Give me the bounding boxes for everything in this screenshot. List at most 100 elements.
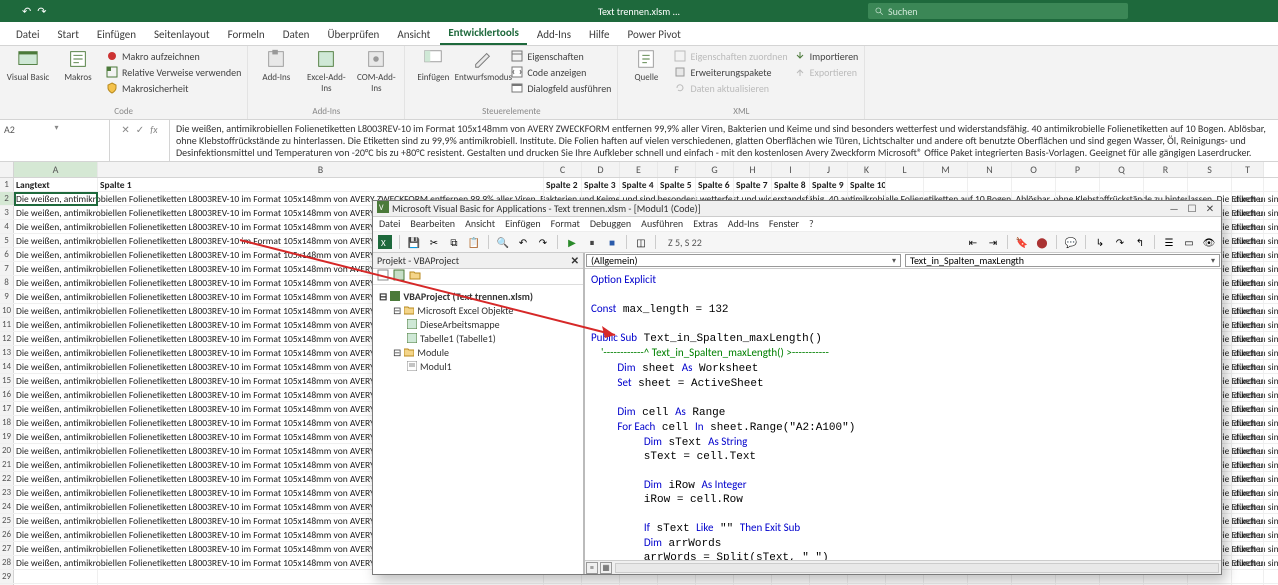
vba-menu-add-ins[interactable]: Add-Ins	[728, 217, 759, 231]
cell[interactable]: Langtext	[14, 178, 98, 191]
immediate-icon[interactable]: ▭	[1181, 234, 1197, 250]
find-icon[interactable]: 🔍	[495, 234, 511, 250]
erweiterungspakete-button[interactable]: Erweiterungspakete	[674, 64, 787, 80]
break-icon[interactable]: ⏸	[584, 234, 600, 250]
ribbon-tab-daten[interactable]: Daten	[275, 24, 318, 45]
vba-menu-datei[interactable]: Datei	[379, 217, 400, 231]
cell[interactable]: Die weißen, antimikrobiellen Folienetike…	[14, 542, 98, 555]
row-header[interactable]: 11	[0, 318, 14, 331]
row-header[interactable]: 16	[0, 388, 14, 401]
cell[interactable]: durch unabhängig	[1232, 374, 1264, 387]
column-header[interactable]: M	[924, 162, 968, 177]
relative-verweise-button[interactable]: Relative Verweise verwenden	[106, 64, 241, 80]
code-pane[interactable]: (Allgemein)▾ Text_in_Spalten_maxLength▾ …	[585, 253, 1221, 574]
cell[interactable]: Die weißen, antimikrobiellen Folienetike…	[14, 472, 98, 485]
ribbon-tab-power pivot[interactable]: Power Pivot	[619, 24, 688, 45]
formula-content[interactable]: Die weißen, antimikrobiellen Folienetike…	[170, 120, 1278, 161]
vba-menubar[interactable]: DateiBearbeitenAnsichtEinfügenFormatDebu…	[373, 217, 1221, 231]
row-header[interactable]: 23	[0, 486, 14, 499]
save-icon[interactable]: 💾	[406, 234, 422, 250]
cell[interactable]: durch unabhängig	[1232, 416, 1264, 429]
vba-window[interactable]: V Microsoft Visual Basic for Application…	[372, 200, 1222, 575]
row-header[interactable]: 5	[0, 234, 14, 247]
cell[interactable]: durch unabhängig	[1232, 486, 1264, 499]
code-editor[interactable]: Option Explicit Const max_length = 132 P…	[585, 269, 1221, 560]
procedure-dropdown[interactable]: Text_in_Spalten_maxLength▾	[905, 254, 1220, 267]
ribbon-tab-überprüfen[interactable]: Überprüfen	[319, 24, 387, 45]
redo-icon[interactable]: ↷	[535, 234, 551, 250]
cell[interactable]: Die weißen, antimikrobiellen Folienetike…	[14, 388, 98, 401]
cell[interactable]: durch unabhängig	[1232, 206, 1264, 219]
view-code-icon[interactable]	[377, 269, 389, 284]
undo-icon[interactable]: ↶	[515, 234, 531, 250]
makros-button[interactable]: Makros	[56, 48, 100, 96]
cell[interactable]: Die weißen, antimikrobiellen Folienetike…	[14, 304, 98, 317]
vba-menu-ansicht[interactable]: Ansicht	[465, 217, 495, 231]
importieren-button[interactable]: Importieren	[794, 48, 859, 64]
ribbon-tab-ansicht[interactable]: Ansicht	[389, 24, 438, 45]
column-header[interactable]: P	[1056, 162, 1100, 177]
cell[interactable]: durch unabhängig	[1232, 402, 1264, 415]
locals-icon[interactable]: ☰	[1161, 234, 1177, 250]
cell[interactable]: durch unabhängig	[1232, 444, 1264, 457]
cell[interactable]: Die weißen, antimikrobiellen Folienetike…	[14, 430, 98, 443]
cell[interactable]	[1012, 178, 1056, 191]
column-header[interactable]: T	[1232, 162, 1264, 177]
cell[interactable]	[1232, 570, 1264, 583]
cell[interactable]: Spalte 8	[772, 178, 810, 191]
project-tree[interactable]: ⊟VBAProject (Text trennen.xlsm) ⊟Microso…	[373, 285, 583, 574]
addins-button[interactable]: Add-Ins	[254, 48, 298, 94]
cancel-icon[interactable]: ✕	[121, 123, 129, 136]
cell[interactable]: Die weißen, antimikrobiellen Folienetike…	[14, 556, 98, 569]
cell[interactable]: durch unabhängig	[1232, 346, 1264, 359]
cell[interactable]	[14, 570, 98, 583]
row-header[interactable]: 4	[0, 220, 14, 233]
column-header[interactable]: I	[772, 162, 810, 177]
row-header[interactable]: 17	[0, 402, 14, 415]
daten-aktualisieren-button[interactable]: Daten aktualisieren	[674, 80, 787, 96]
vba-menu-format[interactable]: Format	[551, 217, 580, 231]
row-header[interactable]: 18	[0, 416, 14, 429]
row-header[interactable]: 20	[0, 444, 14, 457]
cell[interactable]: durch unabhängig	[1232, 262, 1264, 275]
cell[interactable]: Spalte 5	[658, 178, 696, 191]
cell[interactable]: Die weißen, antimikrobiellen Folienetike…	[14, 514, 98, 527]
column-header[interactable]: E	[620, 162, 658, 177]
cell[interactable]: durch unabhängig	[1232, 472, 1264, 485]
dialogfeld-button[interactable]: Dialogfeld ausführen	[511, 80, 611, 96]
column-header[interactable]: C	[544, 162, 582, 177]
view-object-icon[interactable]	[393, 269, 405, 284]
name-box[interactable]: A2▾	[0, 120, 110, 161]
cell[interactable]: Die weißen, antimikrobiellen Folienetike…	[14, 416, 98, 429]
column-header[interactable]: S	[1188, 162, 1232, 177]
row-header[interactable]: 6	[0, 248, 14, 261]
cell[interactable]	[1188, 178, 1232, 191]
cell[interactable]: Die weißen, antimikrobiellen Folienetike…	[14, 444, 98, 457]
row-header[interactable]: 26	[0, 528, 14, 541]
watch-icon[interactable]: 👁	[1201, 234, 1217, 250]
reset-icon[interactable]: ■	[604, 234, 620, 250]
einfuegen-button[interactable]: Einfügen	[411, 48, 455, 96]
column-header[interactable]: K	[848, 162, 886, 177]
com-addins-button[interactable]: COM-Add-Ins	[354, 48, 398, 94]
full-module-view-icon[interactable]: ▦	[600, 562, 612, 574]
ribbon-tab-start[interactable]: Start	[50, 24, 87, 45]
cell[interactable]: durch unabhängig	[1232, 514, 1264, 527]
step-out-icon[interactable]: ↰	[1132, 234, 1148, 250]
column-header[interactable]: R	[1144, 162, 1188, 177]
row-header[interactable]: 2	[0, 192, 14, 205]
cell[interactable]: Spalte 9	[810, 178, 848, 191]
row-header[interactable]: 12	[0, 332, 14, 345]
vba-menu-ausführen[interactable]: Ausführen	[641, 217, 683, 231]
cell[interactable]: durch unabhängig	[1232, 388, 1264, 401]
xml-eigenschaften-button[interactable]: Eigenschaften zuordnen	[674, 48, 787, 64]
cell[interactable]: durch unabhängig	[1232, 248, 1264, 261]
row-header[interactable]: 25	[0, 514, 14, 527]
column-header[interactable]: F	[658, 162, 696, 177]
cell[interactable]: durch unabhängig	[1232, 304, 1264, 317]
ribbon-tab-seitenlayout[interactable]: Seitenlayout	[146, 24, 218, 45]
cell[interactable]: Die weißen, antimikrobiellen Folienetike…	[14, 290, 98, 303]
copy-icon[interactable]: ⧉	[446, 234, 462, 250]
cell[interactable]: Spalte 4	[620, 178, 658, 191]
row-header[interactable]: 19	[0, 430, 14, 443]
